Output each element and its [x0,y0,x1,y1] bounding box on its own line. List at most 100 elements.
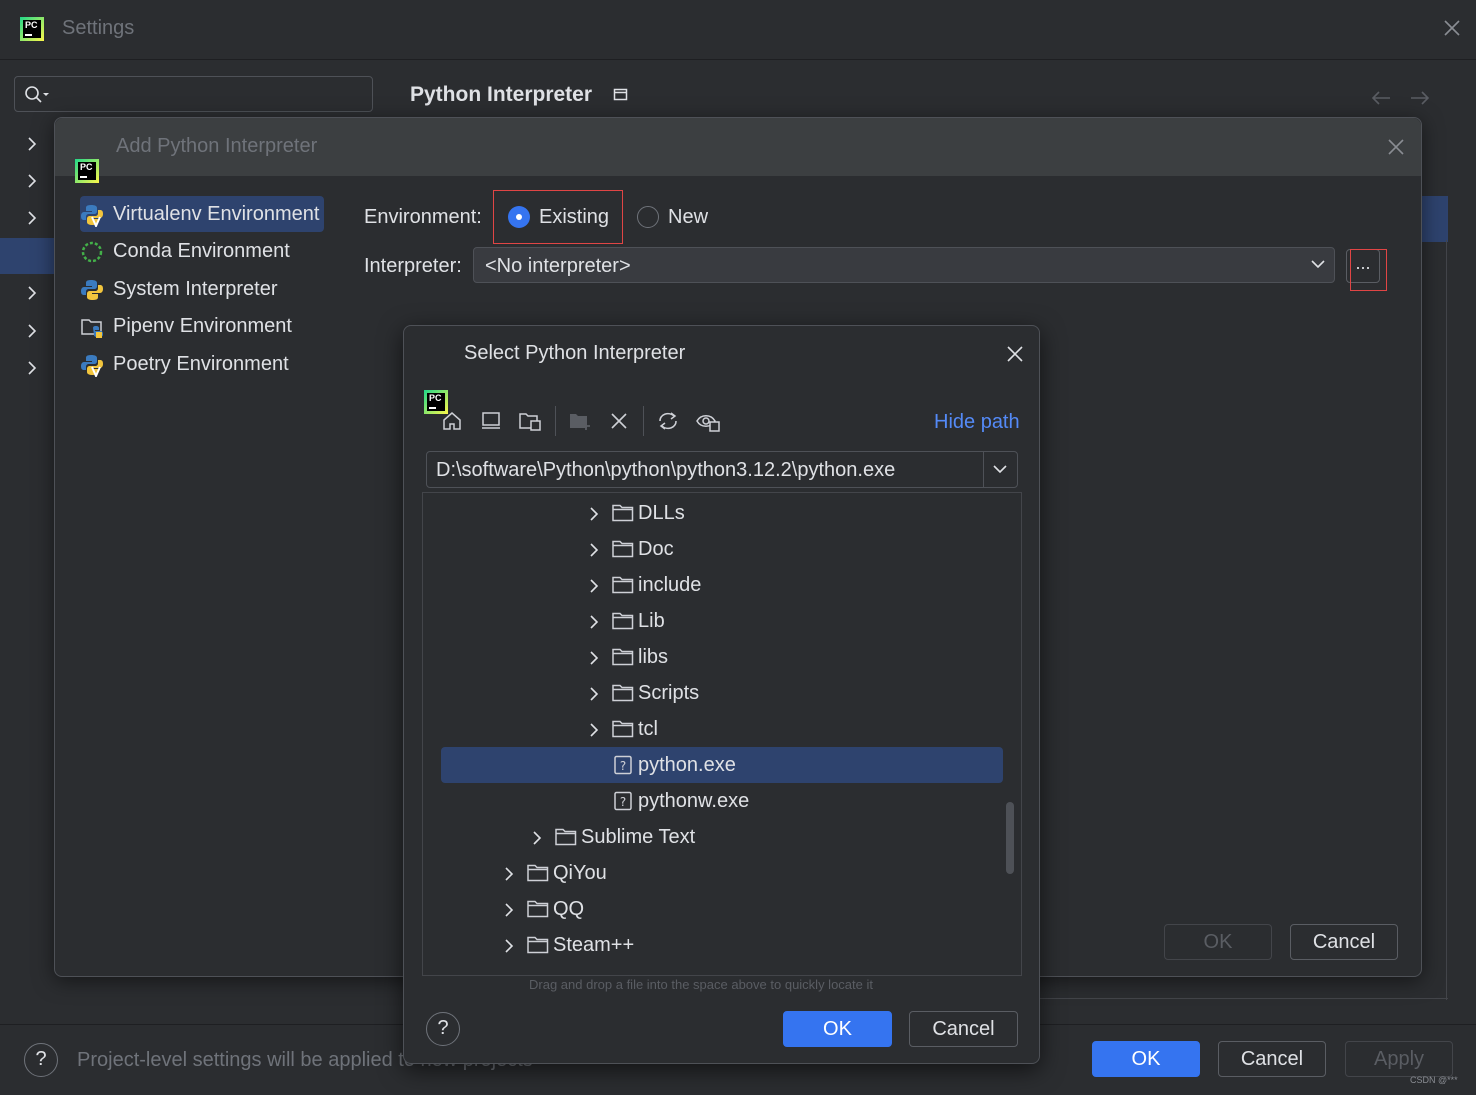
chevron-right-icon[interactable] [588,722,600,738]
settings-search-input[interactable] [14,76,373,112]
tree-folder-row[interactable]: QiYou [423,855,1021,891]
settings-ok-button[interactable]: OK [1092,1041,1200,1077]
home-icon[interactable] [441,410,463,432]
folder-icon [526,898,550,920]
settings-tree-selected-row[interactable] [0,238,56,274]
forward-arrow-icon[interactable] [1409,90,1431,106]
search-icon [25,86,49,103]
folder-icon [611,574,635,596]
tree-item-label: DLLs [638,502,685,524]
delete-icon[interactable] [608,410,630,432]
chevron-right-icon[interactable] [588,650,600,666]
settings-window-title: Settings [62,17,135,39]
chevron-right-icon[interactable] [26,360,38,376]
tree-file-row[interactable]: ? python.exe [423,747,1021,783]
help-button[interactable]: ? [24,1043,58,1077]
settings-title-bar [0,0,1476,60]
pipenv-folder-icon [80,315,104,339]
folder-icon [611,538,635,560]
tree-file-row[interactable]: ? pythonw.exe [423,783,1021,819]
chevron-right-icon[interactable] [503,938,515,954]
add-cancel-button[interactable]: Cancel [1290,924,1398,960]
env-item-label: System Interpreter [113,278,278,300]
tree-folder-row[interactable]: Lib [423,603,1021,639]
chevron-right-icon[interactable] [26,323,38,339]
right-panel-border [1446,240,1447,1000]
env-item-pipenv[interactable]: Pipenv Environment [80,308,324,344]
tree-item-label: QiYou [553,862,607,884]
chevron-right-icon[interactable] [26,285,38,301]
chevron-down-icon[interactable] [992,463,1008,475]
help-button[interactable]: ? [426,1012,460,1046]
chevron-right-icon[interactable] [503,902,515,918]
back-arrow-icon[interactable] [1370,90,1392,106]
settings-cancel-button[interactable]: Cancel [1218,1041,1326,1077]
tree-folder-row[interactable]: Steam++ [423,927,1021,963]
env-item-label: Virtualenv Environment [113,203,320,225]
pycharm-logo-icon: PC [75,159,99,183]
tree-folder-row[interactable]: Sublime Text [423,819,1021,855]
tree-item-label: libs [638,646,669,668]
add-interpreter-title: Add Python Interpreter [116,135,318,157]
chevron-right-icon[interactable] [26,136,38,152]
chevron-down-icon[interactable] [1310,258,1326,270]
chevron-right-icon[interactable] [26,210,38,226]
file-tree[interactable]: DLLs Doc include Lib libs Scripts tcl? python.e… [422,492,1022,976]
select-interpreter-title: Select Python Interpreter [464,342,686,364]
chevron-right-icon[interactable] [503,866,515,882]
tree-folder-row[interactable]: libs [423,639,1021,675]
show-hidden-icon[interactable] [695,410,721,432]
chevron-right-icon[interactable] [588,686,600,702]
chevron-right-icon[interactable] [531,830,543,846]
folder-icon [611,718,635,740]
existing-radio[interactable] [508,206,530,228]
new-folder-icon[interactable] [568,410,592,432]
interpreter-select-value: <No interpreter> [485,255,631,277]
env-item-virtualenv[interactable]: Virtualenv Environment [80,196,324,232]
chevron-right-icon[interactable] [588,578,600,594]
new-radio[interactable] [637,206,659,228]
chevron-right-icon[interactable] [588,542,600,558]
tree-folder-row[interactable]: Doc [423,531,1021,567]
add-ok-button[interactable]: OK [1164,924,1272,960]
select-cancel-button[interactable]: Cancel [909,1011,1018,1047]
right-panel-border [1020,998,1448,999]
project-folder-icon[interactable] [518,410,542,432]
folder-icon [526,934,550,956]
tree-folder-row[interactable]: DLLs [423,495,1021,531]
tree-folder-row[interactable]: Scripts [423,675,1021,711]
env-item-system[interactable]: System Interpreter [80,271,324,307]
window-icon[interactable] [613,88,629,102]
select-ok-button[interactable]: OK [783,1011,892,1047]
conda-icon [80,240,104,264]
new-radio-label[interactable]: New [668,206,708,229]
tree-item-label: pythonw.exe [638,790,750,812]
tree-item-label: QQ [553,898,585,920]
browse-highlight-box [1350,249,1387,291]
chevron-right-icon[interactable] [588,506,600,522]
tree-folder-row[interactable]: include [423,567,1021,603]
tree-item-label: Scripts [638,682,700,704]
env-item-conda[interactable]: Conda Environment [80,233,324,269]
env-item-label: Poetry Environment [113,353,289,375]
tree-scrollbar[interactable] [1006,802,1014,874]
close-icon[interactable] [1386,137,1406,157]
env-item-poetry[interactable]: Poetry Environment [80,346,324,382]
chevron-right-icon[interactable] [26,173,38,189]
existing-radio-label[interactable]: Existing [539,206,609,229]
desktop-icon[interactable] [480,410,502,432]
refresh-icon[interactable] [656,410,680,432]
hide-path-link[interactable]: Hide path [934,411,1020,434]
close-icon[interactable] [1005,344,1025,364]
tree-folder-row[interactable]: QQ [423,891,1021,927]
path-divider [983,452,984,487]
chevron-right-icon[interactable] [588,614,600,630]
tree-folder-row[interactable]: tcl [423,711,1021,747]
env-item-label: Pipenv Environment [113,315,292,337]
settings-apply-button[interactable]: Apply [1345,1041,1453,1077]
settings-close-icon[interactable] [1442,18,1462,38]
unknown-file-icon: ? [611,790,635,812]
interpreter-label: Interpreter: [364,255,462,277]
tree-item-label: Sublime Text [581,826,696,848]
toolbar-separator [643,406,644,436]
